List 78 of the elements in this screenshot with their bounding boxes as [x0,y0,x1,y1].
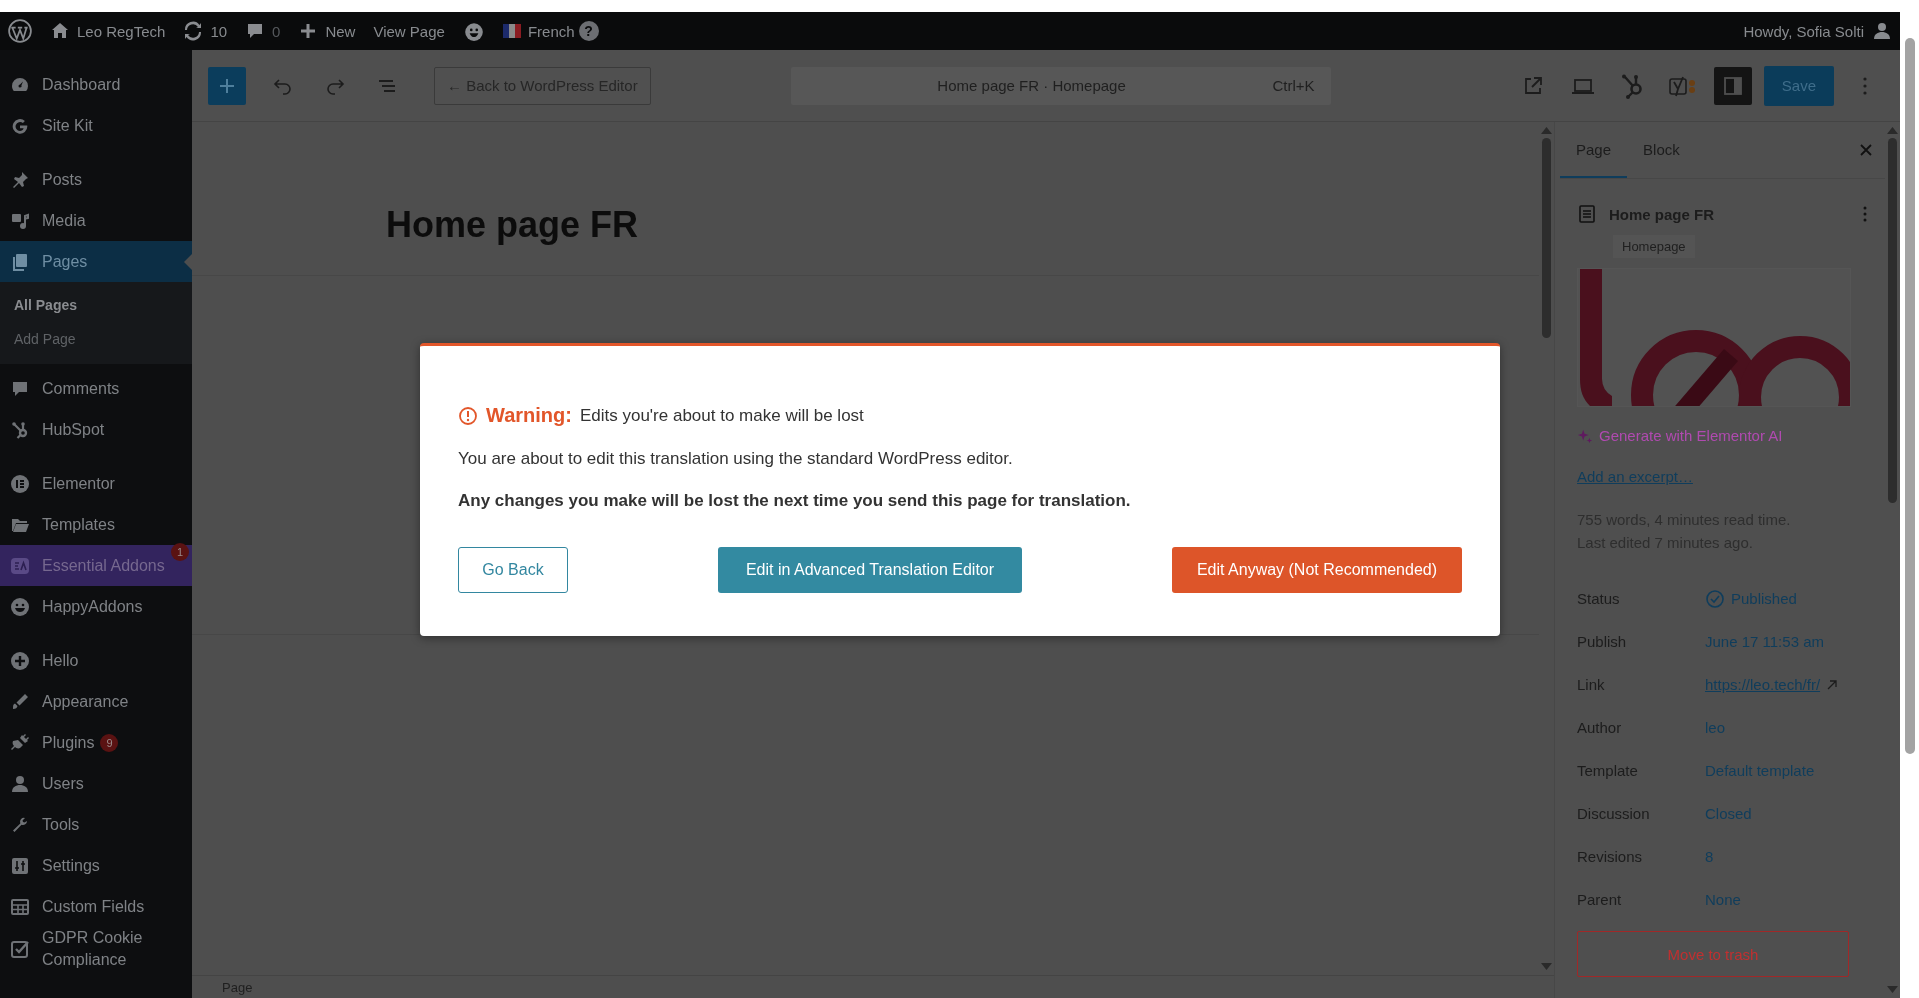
sidebar-icon [1721,74,1744,97]
sidebar-item[interactable]: Plugins 9 [0,722,192,763]
more-options-icon[interactable] [1862,205,1868,223]
pages-icon [10,251,30,272]
sidebar-item[interactable]: Media [0,200,192,241]
language-switcher[interactable]: French [502,22,575,40]
refresh-icon [183,21,204,41]
document-icon [1577,204,1597,224]
wordpress-logo-icon [8,19,32,43]
scroll-up-icon[interactable] [1541,126,1552,134]
sidebar-item[interactable]: Posts [0,159,192,200]
sidebar-item[interactable]: Pages [0,241,192,282]
count-badge: 9 [100,733,119,752]
site-link[interactable]: Leo RegTech [50,21,166,41]
sidebar-item[interactable]: Users [0,763,192,804]
scroll-down-icon[interactable] [1541,963,1552,971]
go-back-button[interactable]: Go Back [458,547,568,593]
command-bar[interactable]: Home page FR · Homepage Ctrl+K [790,66,1331,105]
shortcut-hint: Ctrl+K [1272,77,1315,94]
page-title[interactable]: Home page FR [386,204,1539,246]
submenu-item[interactable]: All Pages [0,288,192,322]
edit-anyway-button[interactable]: Edit Anyway (Not Recommended) [1172,547,1462,593]
sidebar-item[interactable]: Templates [0,504,192,545]
sidebar-item[interactable]: Custom Fields [0,886,192,927]
sidebar-item[interactable]: Elementor [0,463,192,504]
document-title: Home page FR · Homepage [936,77,1127,94]
smiley-icon [462,20,485,42]
close-icon[interactable] [1859,143,1873,157]
brush-icon [10,691,30,712]
sidebar-item[interactable]: Hello [0,640,192,681]
check-circle-icon [1705,588,1725,609]
more-icon [1862,75,1868,96]
table-icon [10,896,30,917]
sidebar-item[interactable]: Essential Addons 1 [0,545,192,586]
dialog-text: Any changes you make will be lost the next time you send this page for translation. [458,491,1132,511]
generate-ai-text: Generate with Elementor AI [1599,427,1783,444]
warning-label: Warning: [486,404,572,427]
dialog-text: You are about to edit this translation using the standard WordPress editor. [458,449,1014,469]
submenu-item[interactable]: Add Page [0,322,192,356]
add-block-button[interactable] [208,66,246,105]
advanced-editor-button[interactable]: Edit in Advanced Translation Editor [718,547,1022,593]
updates-link[interactable]: 10 [183,21,228,41]
checkbox-icon [10,939,30,959]
sidebar-item[interactable]: Comments [0,368,192,409]
person-icon [10,773,30,794]
scroll-thumb[interactable] [1888,138,1897,503]
count-badge: 1 [171,543,189,561]
e-circle-icon [10,473,30,494]
sidebar-item[interactable]: HubSpot [0,409,192,450]
new-link[interactable]: New [298,21,356,41]
sidebar-item[interactable]: HappyAddons [0,586,192,627]
sidebar-toggle-button[interactable] [1713,66,1752,105]
comments-link[interactable]: 0 [245,21,281,41]
home-icon [50,21,70,41]
sidebar-item[interactable]: Settings [0,845,192,886]
sidebar-item[interactable]: Tools [0,804,192,845]
sprocket-icon [10,419,30,440]
smiley-icon [10,596,30,617]
warning-message: Edits you're about to make will be lost [579,405,864,426]
scroll-thumb[interactable] [1904,38,1915,754]
scroll-thumb[interactable] [1542,138,1551,338]
sidebar-item[interactable]: Dashboard [0,64,192,105]
flag-icon [502,24,521,38]
arrow-icon [1826,678,1839,691]
sidebar-item[interactable]: Appearance [0,681,192,722]
avatar-icon [1872,21,1892,41]
ea-icon [10,555,30,576]
help-badge[interactable]: ? [578,21,599,41]
sidebar-item[interactable]: GDPR Cookie Compliance [0,927,192,971]
user-greeting[interactable]: Howdy, Sofia Solti [1743,22,1864,40]
sliders-icon [10,855,30,876]
plus-circle-icon [10,650,30,671]
warning-icon [458,405,478,426]
plug-icon [10,732,30,753]
scroll-down-icon[interactable] [1887,986,1898,994]
sidebar-item[interactable]: Site Kit [0,105,192,146]
view-page-link[interactable]: View Page [373,22,445,40]
scroll-up-icon[interactable] [1887,126,1898,134]
